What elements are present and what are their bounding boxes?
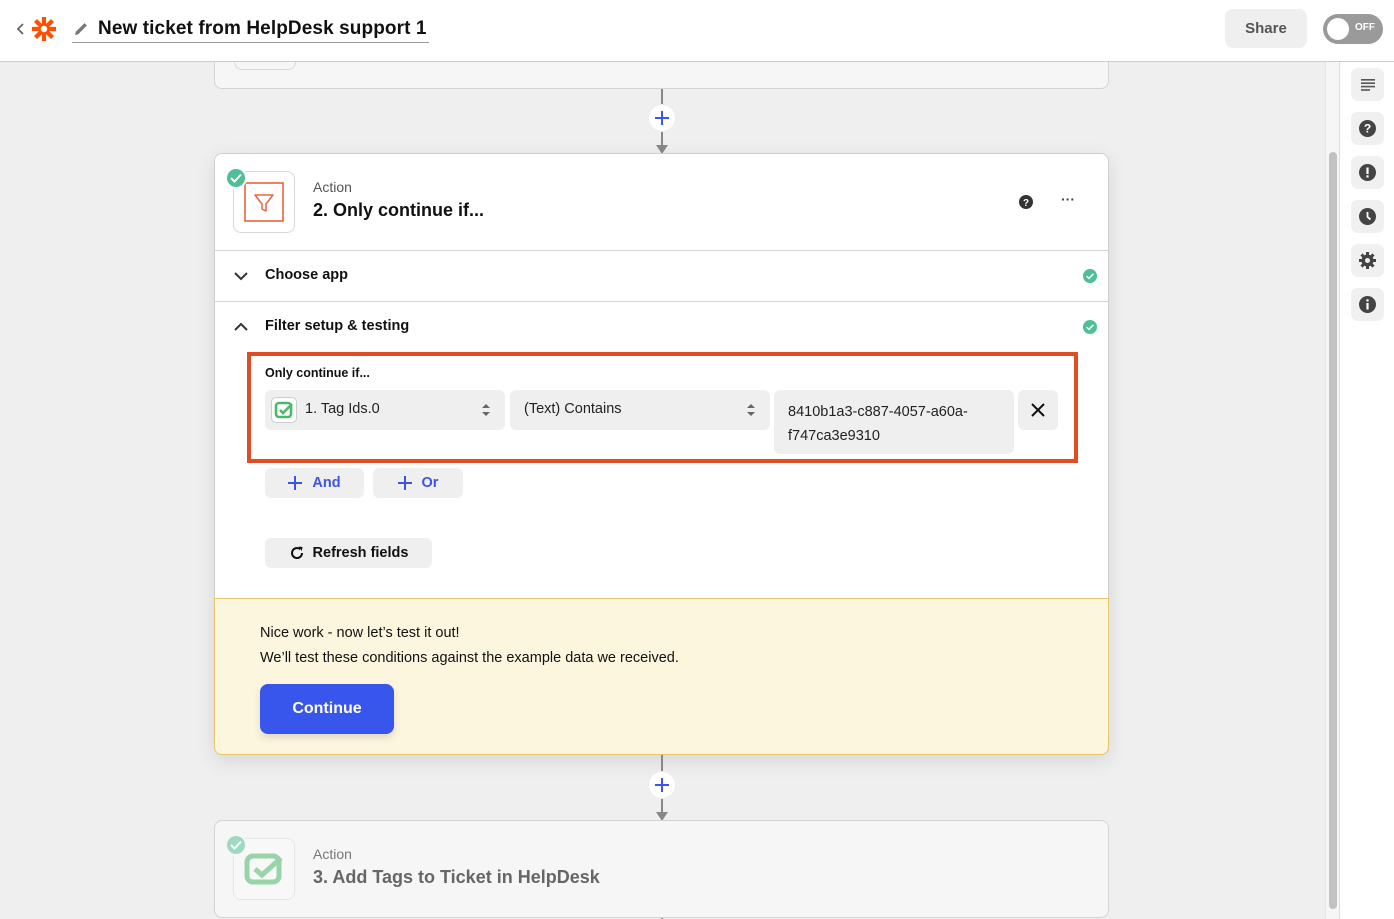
zapier-logo-icon[interactable] [30,15,58,43]
filter-value-line-1: 8410b1a3-c887-4057-a60a- [788,404,968,420]
or-label: Or [421,475,439,491]
filter-value-input[interactable]: 8410b1a3-c887-4057-a60a- f747ca3e9310 [774,390,1014,454]
step-card-add-tags[interactable]: Action 3. Add Tags to Ticket in HelpDesk [214,820,1109,918]
helpdesk-icon [244,853,283,885]
step-kind: Action [313,846,352,862]
settings-icon [1359,252,1376,269]
scrollbar-thumb[interactable] [1329,152,1337,909]
select-arrows-icon [482,404,490,416]
section-label: Choose app [265,267,348,283]
chevron-down-icon [234,272,248,281]
alert-icon [1359,164,1376,181]
settings-button[interactable] [1351,244,1384,277]
test-prompt-panel: Nice work - now let’s test it out! We’ll… [215,598,1108,754]
back-chevron-icon[interactable] [12,18,28,40]
remove-rule-button[interactable] [1018,390,1058,430]
filter-operator-select[interactable]: (Text) Contains [510,390,770,430]
filter-field-value: 1. Tag Ids.0 [305,401,380,417]
step-header[interactable]: Action 2. Only continue if... ? ··· [215,154,1108,251]
details-button[interactable] [1351,288,1384,321]
add-step-button[interactable] [649,772,675,798]
filter-value-line-2: f747ca3e9310 [788,428,880,444]
add-and-condition-button[interactable]: And [265,468,364,498]
helpdesk-icon [274,401,293,419]
check-icon [230,840,242,850]
add-or-condition-button[interactable]: Or [373,468,463,498]
help-button[interactable]: ? [1351,112,1384,145]
step-help-icon[interactable]: ? [1018,194,1034,210]
filter-label: Only continue if... [265,366,370,380]
info-icon [1359,296,1376,313]
test-prompt-title: Nice work - now let’s test it out! [260,625,460,641]
outline-icon [1360,78,1375,91]
step-title: 2. Only continue if... [313,200,485,220]
and-label: And [312,475,341,491]
plus-icon [397,476,412,490]
filter-rule-highlight: Only continue if... 1. Tag Ids.0 (Text) … [247,352,1078,463]
section-choose-app[interactable]: Choose app [215,251,1108,302]
section-label: Filter setup & testing [265,318,410,334]
canvas-scrollbar[interactable] [1325,62,1339,919]
step-complete-badge [225,834,247,856]
check-icon [230,173,242,183]
svg-text:?: ? [1023,198,1029,209]
alerts-button[interactable] [1351,156,1384,189]
add-step-button[interactable] [649,105,675,131]
step-more-options-icon[interactable]: ··· [1058,192,1078,212]
top-bar: New ticket from HelpDesk support 1 Share… [0,0,1394,62]
step-card-filter: Action 2. Only continue if... ? ··· Choo… [214,153,1109,755]
plus-icon [655,111,669,125]
svg-text:?: ? [1364,122,1371,136]
pencil-icon [75,22,87,35]
outline-button[interactable] [1351,68,1384,101]
chevron-up-icon [234,322,248,331]
filter-value-text: 8410b1a3-c887-4057-a60a- f747ca3e9310 [788,400,988,448]
help-icon: ? [1359,120,1376,137]
continue-button[interactable]: Continue [260,684,394,734]
filter-field-select[interactable]: 1. Tag Ids.0 [265,390,505,430]
section-filter-setup[interactable]: Filter setup & testing [215,302,1108,353]
section-complete-icon [1083,269,1097,283]
share-button[interactable]: Share [1225,9,1307,48]
step-complete-badge [225,167,247,189]
select-arrows-icon [747,404,755,416]
refresh-label: Refresh fields [312,545,409,561]
filter-icon [244,182,284,222]
refresh-icon [290,546,303,559]
history-button[interactable] [1351,200,1384,233]
helpdesk-app-icon [271,397,297,423]
filter-operator-value: (Text) Contains [524,401,622,417]
test-prompt-description: We’ll test these conditions against the … [260,650,679,666]
refresh-fields-button[interactable]: Refresh fields [265,538,432,568]
zap-title-field[interactable]: New ticket from HelpDesk support 1 [72,15,429,43]
close-icon [1031,403,1045,417]
zap-on-off-toggle[interactable]: OFF [1323,14,1383,44]
right-sidebar: ? [1339,62,1394,919]
step-title: 3. Add Tags to Ticket in HelpDesk [313,867,600,887]
history-icon [1359,208,1376,225]
toggle-knob [1327,18,1349,40]
plus-icon [655,778,669,792]
plus-icon [288,476,303,490]
zap-title: New ticket from HelpDesk support 1 [98,17,427,39]
section-complete-icon [1083,320,1097,334]
toggle-state-label: OFF [1355,22,1375,33]
step-kind: Action [313,179,352,195]
